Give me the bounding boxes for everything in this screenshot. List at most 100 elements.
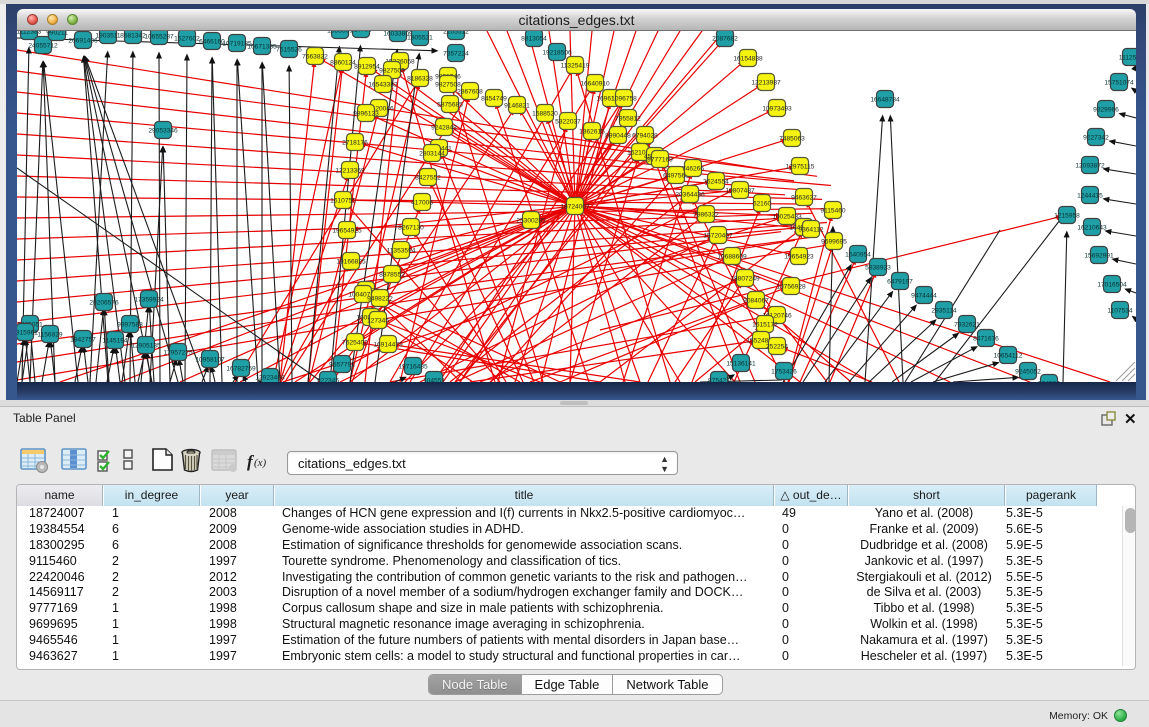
svg-text:9657791: 9657791 (329, 361, 355, 368)
svg-text:10655287: 10655287 (144, 33, 174, 40)
svg-text:8990448: 8990448 (605, 132, 631, 139)
svg-text:12093872: 12093872 (1075, 162, 1105, 169)
svg-text:7663822: 7663822 (302, 53, 328, 60)
svg-text:9699695: 9699695 (821, 238, 847, 245)
svg-text:19166825: 19166825 (336, 258, 366, 265)
svg-text:2105512: 2105512 (443, 31, 469, 35)
svg-text:10671385: 10671385 (247, 43, 277, 50)
svg-text:15692991: 15692991 (1084, 252, 1114, 259)
svg-text:1903511: 1903511 (95, 32, 121, 39)
svg-text:16543382: 16543382 (368, 81, 398, 88)
svg-text:1527602: 1527602 (174, 35, 200, 42)
svg-text:1145194: 1145194 (102, 337, 128, 344)
svg-text:18807249: 18807249 (730, 275, 760, 282)
svg-text:24055712: 24055712 (28, 42, 58, 49)
svg-text:5322037: 5322037 (555, 118, 581, 125)
svg-text:10756928: 10756928 (776, 283, 806, 290)
svg-text:20364436: 20364436 (675, 191, 705, 198)
svg-text:11325419: 11325419 (561, 62, 590, 69)
svg-text:17359924: 17359924 (134, 296, 164, 303)
svg-text:16648784: 16648784 (870, 96, 900, 103)
svg-text:20691406: 20691406 (68, 37, 98, 44)
svg-text:2867608: 2867608 (457, 88, 483, 95)
svg-text:252254: 252254 (766, 343, 788, 350)
svg-text:990211: 990211 (46, 31, 68, 36)
svg-text:9364112: 9364112 (798, 226, 824, 233)
svg-text:62160: 62160 (753, 200, 772, 207)
svg-text:9146821: 9146821 (504, 102, 530, 109)
svg-text:127345: 127345 (367, 317, 389, 324)
svg-text:20206576: 20206576 (89, 299, 119, 306)
svg-text:16640910: 16640910 (580, 80, 610, 87)
svg-text:16914479: 16914479 (373, 341, 403, 348)
svg-text:1362615: 1362615 (579, 128, 605, 135)
svg-text:12905135: 12905135 (131, 342, 161, 349)
svg-text:10973493: 10973493 (762, 105, 792, 112)
svg-text:25300285: 25300285 (516, 217, 546, 224)
svg-text:9827503: 9827503 (379, 67, 405, 74)
svg-text:29053346: 29053346 (148, 127, 178, 134)
svg-text:8878552: 8878552 (379, 271, 405, 278)
svg-text:7515526: 7515526 (276, 46, 302, 53)
svg-text:16210643: 16210643 (1077, 224, 1107, 231)
svg-text:9463627: 9463627 (791, 194, 817, 201)
svg-text:7357224: 7357224 (443, 50, 469, 57)
svg-text:7485063: 7485063 (779, 135, 805, 142)
svg-text:9329966: 9329966 (1093, 106, 1119, 113)
svg-text:6479197: 6479197 (887, 278, 913, 285)
svg-text:9115460: 9115460 (820, 207, 846, 214)
svg-text:9242848: 9242848 (431, 124, 457, 131)
svg-text:910783: 910783 (350, 31, 372, 33)
svg-text:1156829: 1156829 (37, 331, 63, 338)
svg-text:9896123: 9896123 (353, 110, 379, 117)
svg-text:19654923: 19654923 (784, 253, 814, 260)
svg-text:1942757: 1942757 (70, 336, 96, 343)
svg-text:417006: 417006 (411, 199, 433, 206)
svg-text:1805521: 1805521 (407, 34, 433, 41)
svg-text:8267130: 8267130 (398, 224, 424, 231)
svg-text:8813054: 8813054 (521, 35, 547, 42)
svg-text:17957275: 17957275 (163, 349, 193, 356)
svg-text:9084067: 9084067 (743, 297, 769, 304)
svg-text:1215958: 1215958 (1054, 212, 1080, 219)
svg-text:746266: 746266 (682, 165, 704, 172)
svg-text:8581342: 8581342 (120, 32, 146, 39)
svg-text:1107534: 1107534 (1107, 307, 1133, 314)
svg-text:7932621: 7932621 (954, 321, 980, 328)
svg-text:7986322: 7986322 (693, 211, 719, 218)
svg-text:12923468: 12923468 (255, 374, 285, 381)
svg-text:19218506: 19218506 (542, 49, 572, 56)
svg-text:15751074: 15751074 (1104, 79, 1134, 86)
svg-text:16154838: 16154838 (733, 55, 763, 62)
svg-text:2718176: 2718176 (342, 139, 368, 146)
svg-text:19654925: 19654925 (332, 227, 362, 234)
svg-text:8454749: 8454749 (481, 95, 507, 102)
svg-text:10807487: 10807487 (725, 187, 755, 194)
svg-text:10958107: 10958107 (195, 356, 225, 363)
svg-text:6794028: 6794028 (632, 132, 658, 139)
svg-text:19716485: 19716485 (398, 363, 428, 370)
svg-text:1096758: 1096758 (611, 95, 637, 102)
svg-text:8186328: 8186328 (407, 75, 433, 82)
svg-text:9245052: 9245052 (1015, 368, 1041, 375)
svg-text:1112511: 1112511 (1119, 54, 1136, 61)
svg-text:2935114: 2935114 (931, 307, 957, 314)
svg-text:15720407: 15720407 (703, 232, 733, 239)
svg-text:9777169: 9777169 (647, 156, 673, 163)
svg-text:8912954: 8912954 (354, 63, 380, 70)
svg-text:7955812: 7955812 (615, 115, 641, 122)
svg-text:17016504: 17016504 (1097, 281, 1127, 288)
svg-text:12213987: 12213987 (751, 79, 781, 86)
svg-text:(x): (x) (254, 457, 267, 469)
svg-text:5875685: 5875685 (437, 101, 463, 108)
svg-text:7625402: 7625402 (342, 339, 368, 346)
svg-text:2803144: 2803144 (419, 150, 445, 157)
svg-text:11353594: 11353594 (387, 247, 416, 254)
svg-text:9498222: 9498222 (367, 295, 393, 302)
svg-text:9997588: 9997588 (117, 321, 143, 328)
svg-text:9474444: 9474444 (911, 292, 937, 299)
svg-text:10654112: 10654112 (994, 352, 1023, 359)
svg-text:18724007: 18724007 (560, 203, 590, 210)
svg-text:8860124: 8860124 (330, 59, 356, 66)
svg-text:10688609: 10688609 (717, 253, 747, 260)
